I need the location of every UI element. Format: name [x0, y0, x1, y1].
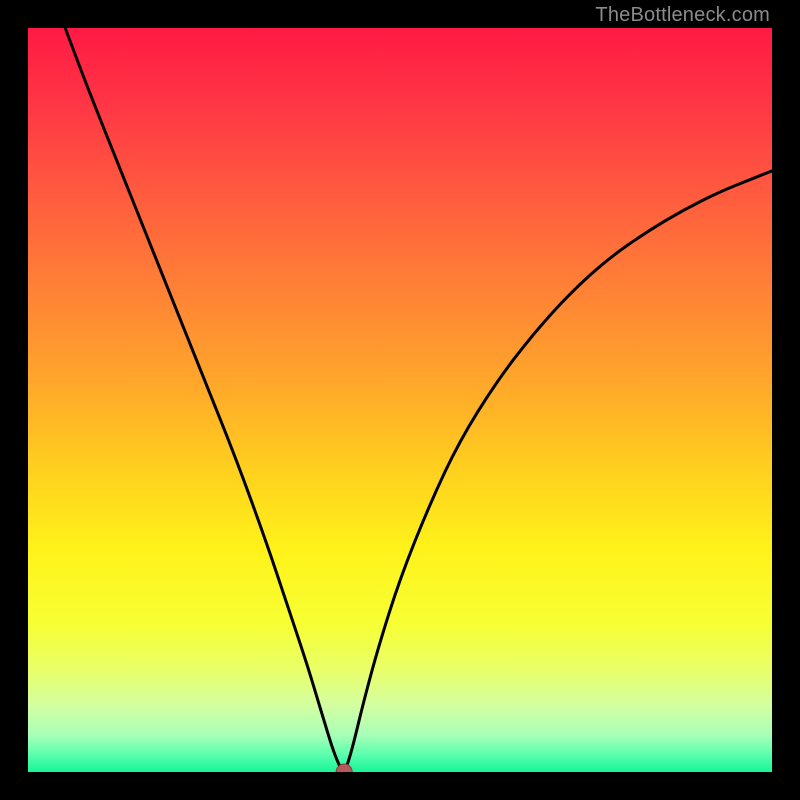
watermark-text: TheBottleneck.com [595, 4, 770, 27]
chart-svg [28, 28, 772, 772]
chart-frame [28, 28, 772, 772]
chart-background-gradient [28, 28, 772, 772]
